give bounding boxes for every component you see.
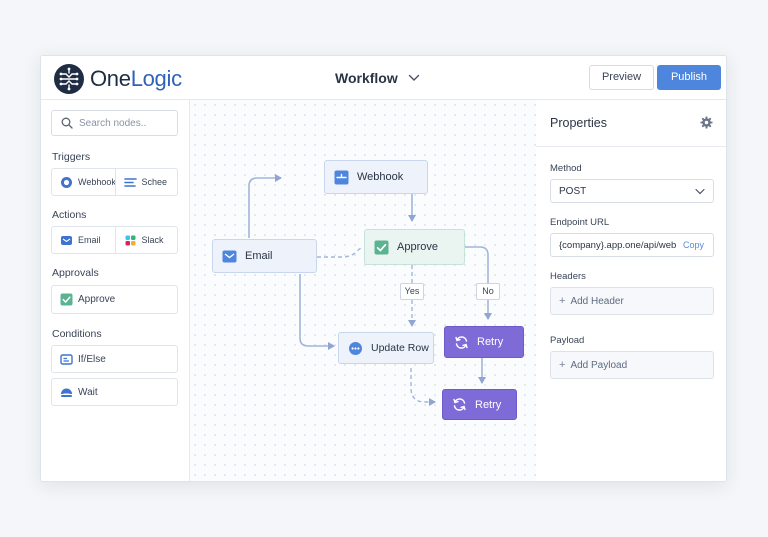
palette-item-label: Slack bbox=[141, 235, 164, 245]
node-retry-1[interactable]: Retry bbox=[444, 326, 524, 358]
preview-button[interactable]: Preview bbox=[589, 65, 654, 90]
workflow-canvas[interactable]: Webhook Email Approve Update Row Retry R… bbox=[190, 100, 536, 481]
method-select[interactable]: POST bbox=[550, 179, 714, 203]
palette-item-ifelse[interactable]: If/Else bbox=[51, 345, 178, 373]
section-label-actions: Actions bbox=[52, 209, 87, 221]
node-approve[interactable]: Approve bbox=[364, 229, 465, 265]
palette-row-actions: Email Slack bbox=[51, 226, 178, 254]
method-label: Method bbox=[550, 163, 582, 174]
edge-label-no: No bbox=[476, 283, 500, 300]
refresh-icon bbox=[455, 335, 468, 349]
search-box[interactable] bbox=[51, 110, 178, 136]
palette-item-label: Wait bbox=[78, 386, 98, 398]
workflow-title-dropdown[interactable]: Workflow bbox=[335, 70, 420, 86]
node-label: Retry bbox=[477, 336, 504, 348]
schedule-icon bbox=[123, 177, 137, 187]
webhook-trigger-icon bbox=[61, 176, 72, 188]
palette-item-webhook[interactable]: Webhook bbox=[52, 169, 116, 195]
refresh-icon bbox=[453, 398, 466, 411]
brand-name-part2: Logic bbox=[130, 66, 182, 91]
node-palette-sidebar: Triggers Webhook Schee Actions bbox=[41, 100, 190, 481]
chevron-down-icon bbox=[408, 74, 419, 81]
add-payload-button[interactable]: + Add Payload bbox=[550, 351, 714, 379]
add-header-label: Add Header bbox=[570, 295, 624, 307]
palette-item-label: Webhook bbox=[78, 177, 116, 187]
palette-item-schedule[interactable]: Schee bbox=[114, 169, 178, 195]
webhook-node-icon bbox=[334, 170, 349, 184]
palette-item-label: Email bbox=[78, 235, 101, 245]
node-label: Email bbox=[245, 250, 273, 262]
palette-item-approve[interactable]: Approve bbox=[51, 285, 178, 314]
slack-icon bbox=[125, 235, 135, 245]
logo-icon bbox=[54, 64, 84, 94]
node-label: Update Row bbox=[371, 342, 429, 354]
workflow-title: Workflow bbox=[335, 70, 398, 86]
node-update-row[interactable]: Update Row bbox=[338, 332, 434, 364]
palette-item-label: If/Else bbox=[78, 353, 106, 365]
section-label-triggers: Triggers bbox=[52, 151, 91, 163]
wait-icon bbox=[61, 388, 72, 397]
node-label: Webhook bbox=[357, 171, 404, 183]
section-label-conditions: Conditions bbox=[52, 328, 102, 340]
palette-item-email[interactable]: Email bbox=[52, 227, 115, 253]
node-email[interactable]: Email bbox=[212, 239, 317, 273]
section-label-approvals: Approvals bbox=[52, 267, 99, 279]
node-label: Approve bbox=[397, 241, 438, 253]
headers-label: Headers bbox=[550, 271, 586, 282]
palette-item-wait-cell: Wait bbox=[52, 379, 177, 405]
chevron-down-icon bbox=[695, 188, 705, 195]
brand-name: OneLogic bbox=[90, 65, 182, 93]
endpoint-url-label: Endpoint URL bbox=[550, 217, 610, 228]
palette-row-triggers: Webhook Schee bbox=[51, 168, 178, 196]
palette-item-wait[interactable]: Wait bbox=[51, 378, 178, 406]
database-update-icon bbox=[349, 341, 362, 355]
node-retry-2[interactable]: Retry bbox=[442, 389, 517, 420]
email-icon bbox=[61, 235, 72, 245]
top-bar: OneLogic Workflow Preview Publish bbox=[41, 56, 726, 100]
search-icon bbox=[61, 117, 73, 129]
email-node-icon bbox=[222, 250, 237, 262]
palette-item-label: Schee bbox=[141, 177, 168, 187]
brand-logo[interactable]: OneLogic bbox=[53, 63, 182, 95]
palette-item-label: Approve bbox=[78, 294, 116, 305]
endpoint-url-value[interactable]: {company}.app.one/api/web bbox=[551, 240, 679, 251]
checkmark-icon bbox=[374, 240, 389, 254]
node-label: Retry bbox=[475, 398, 502, 411]
edge-label-yes: Yes bbox=[400, 283, 424, 300]
palette-item-ifelse-cell: If/Else bbox=[52, 346, 177, 372]
app-window: OneLogic Workflow Preview Publish Trigge… bbox=[40, 55, 727, 482]
method-value: POST bbox=[559, 185, 587, 197]
palette-item-approve-cell: Approve bbox=[52, 286, 177, 313]
publish-button[interactable]: Publish bbox=[657, 65, 721, 90]
node-webhook[interactable]: Webhook bbox=[324, 160, 428, 194]
endpoint-url-field[interactable]: {company}.app.one/api/web Copy bbox=[550, 233, 714, 257]
brand-name-part1: One bbox=[90, 66, 131, 91]
add-payload-label: Add Payload bbox=[570, 359, 628, 371]
palette-item-slack[interactable]: Slack bbox=[114, 227, 178, 253]
add-header-button[interactable]: + Add Header bbox=[550, 287, 714, 315]
properties-panel: Properties Method POST Endpoint URL {com… bbox=[536, 100, 726, 481]
plus-icon: + bbox=[559, 359, 566, 371]
properties-title: Properties bbox=[550, 116, 607, 130]
divider bbox=[536, 146, 726, 147]
search-input[interactable] bbox=[79, 117, 174, 129]
plus-icon: + bbox=[559, 295, 566, 307]
copy-button[interactable]: Copy bbox=[683, 240, 704, 250]
checkmark-icon bbox=[60, 293, 73, 306]
gear-icon[interactable] bbox=[700, 116, 713, 129]
branch-icon bbox=[60, 353, 73, 365]
payload-label: Payload bbox=[550, 335, 585, 346]
